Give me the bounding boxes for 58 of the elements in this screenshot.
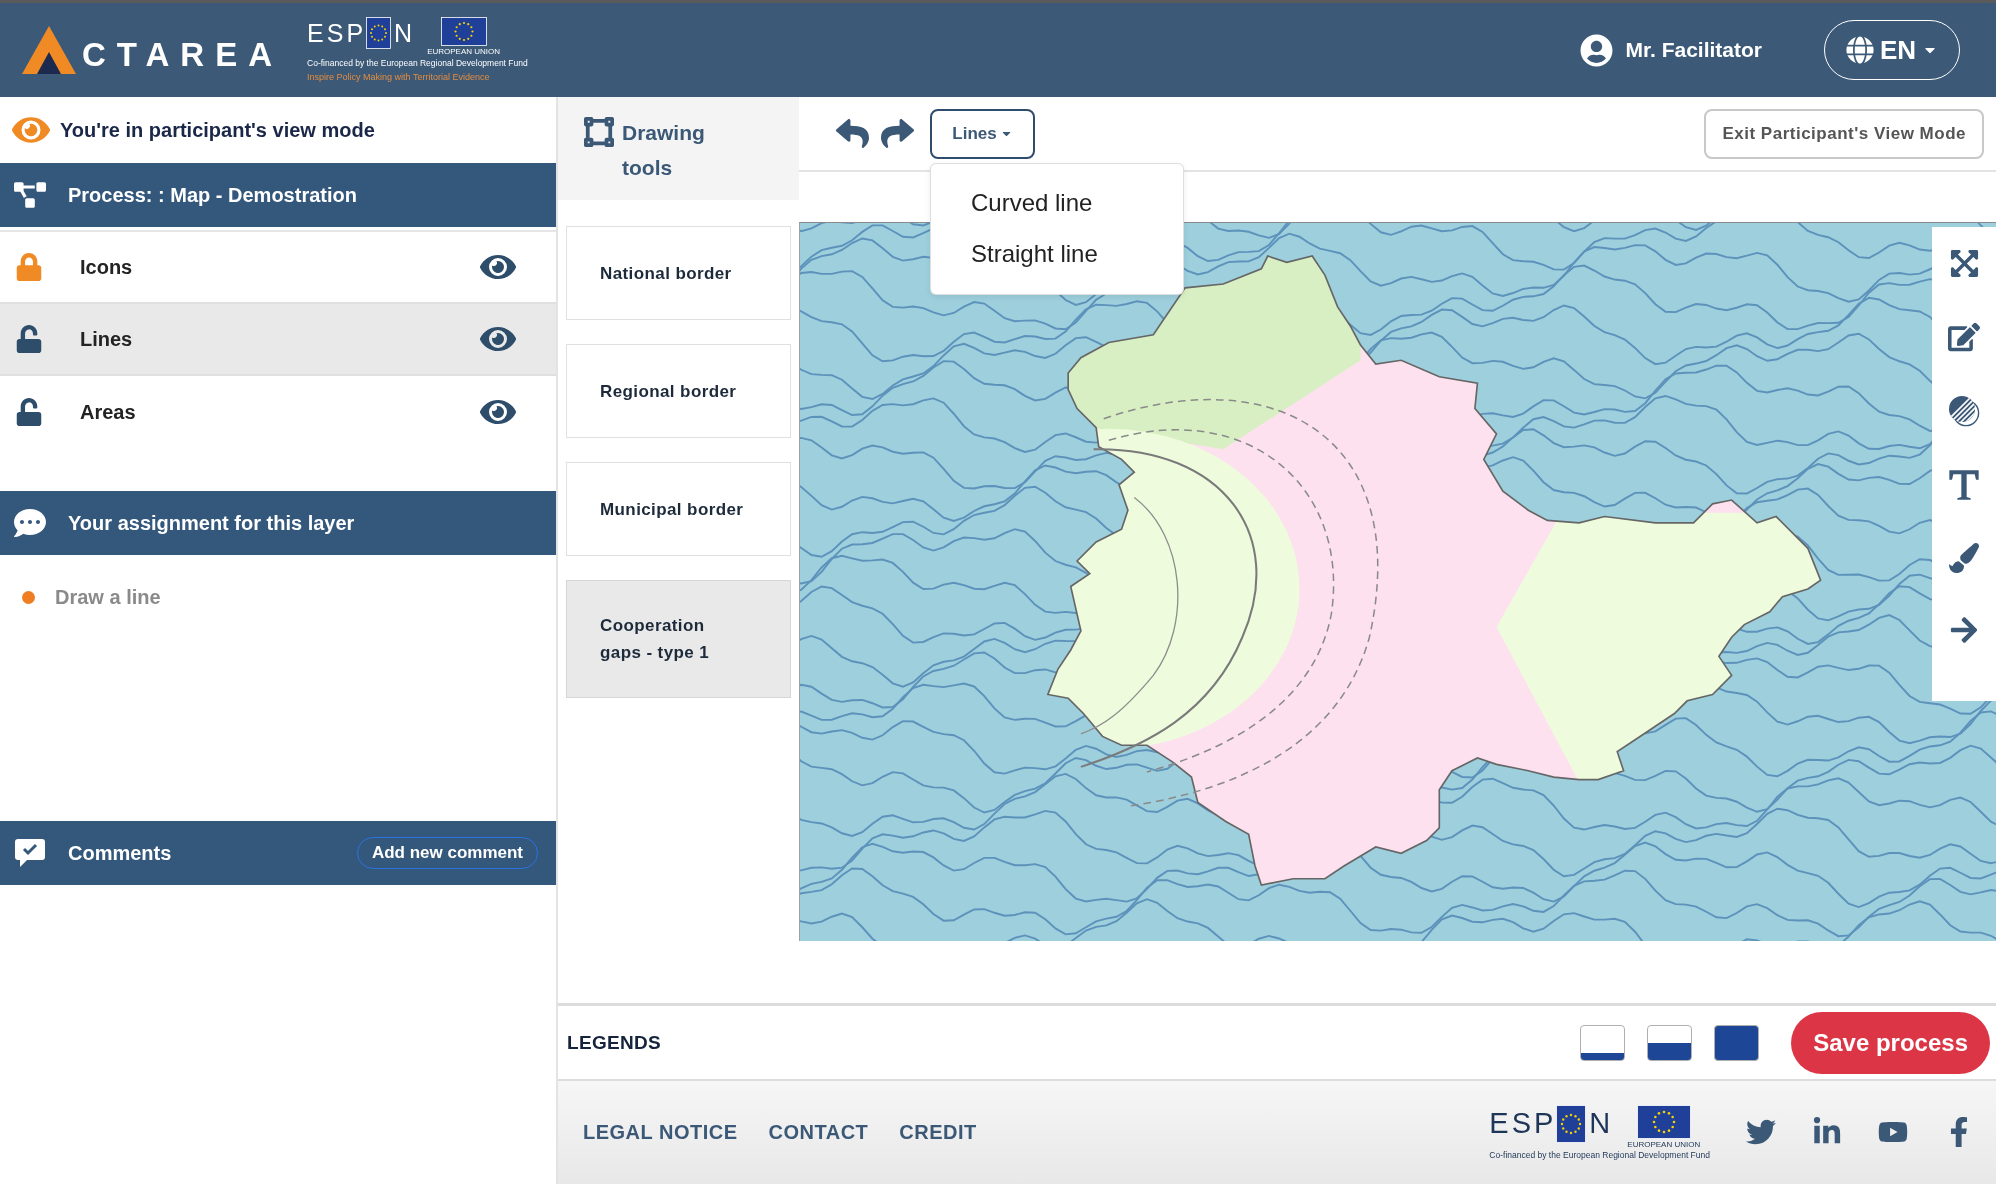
text-tool-icon[interactable] bbox=[1948, 469, 1980, 501]
legend-style-icon[interactable] bbox=[1647, 1024, 1693, 1061]
eu-flag-icon bbox=[1636, 1104, 1691, 1139]
diagram-icon bbox=[14, 179, 46, 211]
assignment-item: Draw a line bbox=[55, 585, 161, 609]
brand-name: CTAREA bbox=[82, 38, 284, 71]
layer-dropdown-button[interactable]: Lines bbox=[930, 108, 1035, 159]
hatched-circle-icon[interactable] bbox=[1948, 395, 1980, 427]
menu-item[interactable]: Straight line bbox=[931, 228, 1183, 280]
drawing-tool-button[interactable]: National border bbox=[566, 226, 791, 320]
comments-title: Comments bbox=[68, 841, 172, 865]
logo-letters: N bbox=[394, 20, 416, 46]
footer-link[interactable]: CREDIT bbox=[899, 1121, 977, 1144]
flag-icon bbox=[366, 17, 392, 50]
logo-caption: EUROPEAN UNION bbox=[427, 47, 501, 57]
legend-style-icon[interactable] bbox=[1580, 1024, 1626, 1061]
eu-flag-icon bbox=[440, 17, 487, 47]
layer-label: Icons bbox=[80, 255, 134, 279]
tools-title: Drawing tools bbox=[622, 120, 702, 181]
layer-row[interactable]: Lines bbox=[0, 304, 556, 376]
process-title: Process: : Map - Demostration bbox=[68, 183, 357, 207]
logo-caption: Co-financed by the European Regional Development Fund bbox=[1489, 1150, 1710, 1161]
footer-link[interactable]: LEGAL NOTICE bbox=[583, 1121, 738, 1144]
layer-label: Areas bbox=[80, 400, 137, 424]
flag-icon bbox=[1556, 1104, 1587, 1143]
redo-icon[interactable] bbox=[881, 117, 914, 150]
arrow-right-icon[interactable] bbox=[1949, 615, 1979, 645]
user-name[interactable]: Mr. Facilitator bbox=[1625, 38, 1762, 62]
legend-style-icon[interactable] bbox=[1714, 1024, 1760, 1061]
logo-motto: Inspire Policy Making with Territorial Evidence bbox=[307, 72, 491, 83]
logo-letters: ESP bbox=[307, 20, 367, 46]
legends-title: LEGENDS bbox=[567, 1031, 661, 1054]
edit-icon[interactable] bbox=[1948, 321, 1980, 353]
globe-icon bbox=[1845, 36, 1874, 64]
logo-letters: ESP bbox=[1489, 1109, 1557, 1138]
triangle-logo-icon bbox=[22, 26, 76, 74]
logo-caption: Co-financed by the European Regional Development Fund bbox=[307, 58, 528, 69]
drawing-tool-button[interactable]: Municipal border bbox=[566, 462, 791, 556]
exit-view-mode-button[interactable]: Exit Participant's View Mode bbox=[1704, 108, 1984, 159]
unlock-icon[interactable] bbox=[15, 325, 43, 353]
logo-caption: EUROPEAN UNION bbox=[1627, 1139, 1701, 1149]
bullet-icon bbox=[22, 590, 35, 604]
drawing-tool-button[interactable]: Regional border bbox=[566, 344, 791, 438]
expand-icon[interactable] bbox=[1948, 248, 1980, 279]
mode-notice: You're in participant's view mode bbox=[60, 118, 375, 142]
brush-icon[interactable] bbox=[1949, 543, 1979, 573]
drawing-tool-button[interactable]: Cooperation gaps - type 1 bbox=[566, 580, 791, 698]
comment-check-icon bbox=[14, 838, 46, 868]
user-icon[interactable] bbox=[1580, 33, 1614, 67]
unlock-icon[interactable] bbox=[15, 398, 43, 426]
logo-letters: N bbox=[1589, 1109, 1614, 1138]
undo-icon[interactable] bbox=[836, 117, 869, 150]
comment-dots-icon bbox=[14, 507, 46, 539]
assignment-title: Your assignment for this layer bbox=[68, 511, 355, 535]
footer-link[interactable]: CONTACT bbox=[768, 1121, 869, 1144]
layer-label: Lines bbox=[80, 327, 134, 351]
save-process-button[interactable]: Save process bbox=[1791, 1011, 1990, 1074]
menu-item[interactable]: Curved line bbox=[931, 177, 1183, 229]
